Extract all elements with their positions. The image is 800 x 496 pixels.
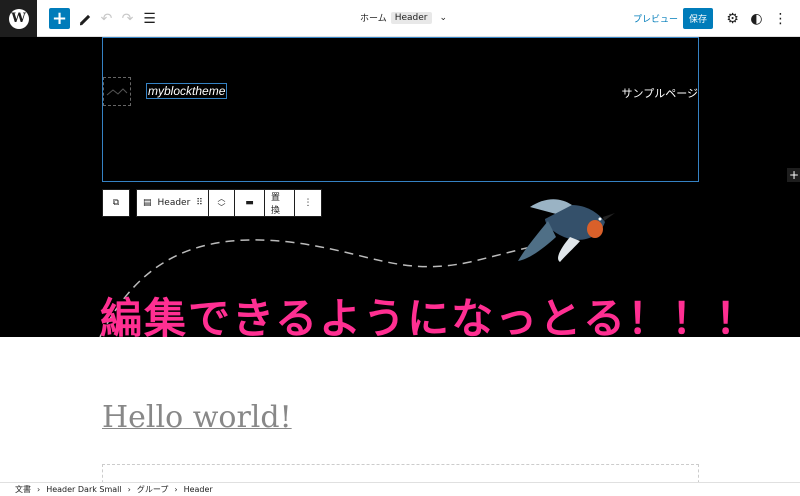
undo-icon[interactable]: ↶ [96,8,117,29]
chevron-right-icon: › [37,485,41,494]
more-options-icon[interactable]: ⋮ [770,8,791,29]
header-template-canvas: myblocktheme サンプルページ + ⧉ ▤ Header ⠿ ︿ ﹀ … [0,37,800,337]
gear-icon[interactable]: ⚙ [722,8,743,29]
breadcrumb-item-group[interactable]: グループ [137,484,169,495]
chevron-down-icon[interactable]: ⌄ [440,13,448,23]
post-title[interactable]: Hello world! [102,400,292,435]
add-block-button[interactable]: + [49,8,70,29]
preview-button[interactable]: プレビュー [633,12,678,25]
banner-heading: 編集できるようになっとる！！！ [100,294,760,337]
doc-type-badge: Header [390,11,432,24]
chevron-right-icon: › [127,485,131,494]
doc-title-text: ホーム [360,14,387,24]
styles-contrast-icon[interactable]: ◐ [746,8,767,29]
editor-top-toolbar: W + ↶ ↷ ☰ ホーム Header ⌄ プレビュー 保存 ⚙ ◐ ⋮ [0,0,800,37]
breadcrumb-item-header-dark-small[interactable]: Header Dark Small [46,485,121,494]
wordpress-logo-icon[interactable]: W [0,0,37,37]
save-button[interactable]: 保存 [683,8,713,29]
chevron-right-icon: › [174,485,178,494]
breadcrumb-item-header[interactable]: Header [184,485,213,494]
pencil-tools-icon[interactable] [74,8,95,29]
list-view-icon[interactable]: ☰ [139,8,160,29]
block-breadcrumb: 文書 › Header Dark Small › グループ › Header [0,482,800,496]
breadcrumb-item-document[interactable]: 文書 [15,484,31,495]
redo-icon[interactable]: ↷ [117,8,138,29]
document-title[interactable]: ホーム Header ⌄ [360,11,447,24]
